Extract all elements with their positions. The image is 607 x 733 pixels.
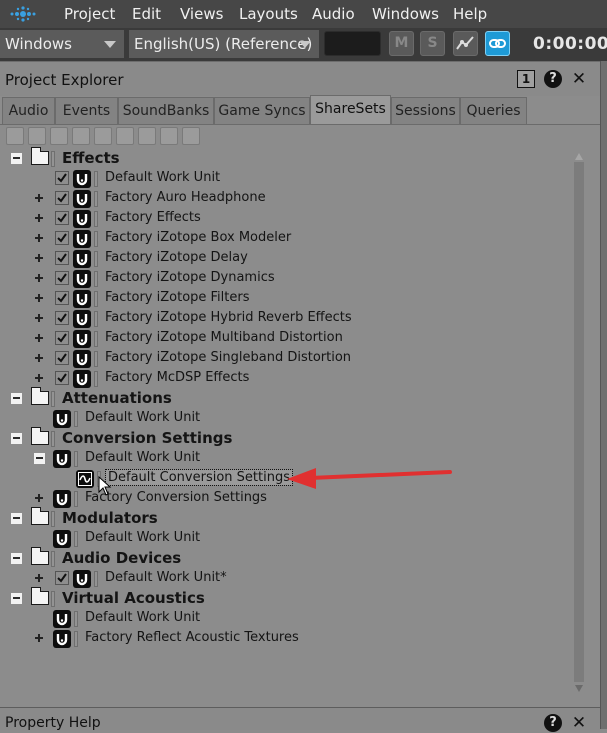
arrow-shaft <box>308 470 452 480</box>
red-arrow-annotation <box>287 468 452 489</box>
property-help-panel: Property Help ? ✕ <box>0 707 600 732</box>
close-icon[interactable]: ✕ <box>570 714 588 732</box>
arrow-head <box>287 468 316 489</box>
mouse-cursor-icon <box>98 476 112 496</box>
help-icon[interactable]: ? <box>544 714 562 732</box>
